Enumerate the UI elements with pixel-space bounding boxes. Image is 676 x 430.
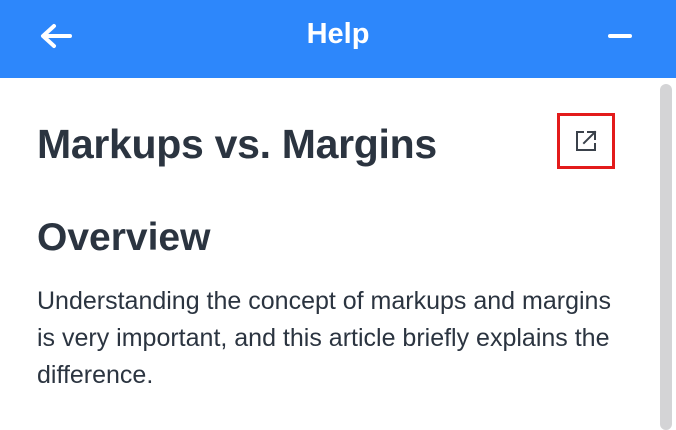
article-title: Markups vs. Margins [37,121,437,167]
section-heading: Overview [37,216,211,259]
open-external-button[interactable] [557,113,615,169]
scrollbar-thumb[interactable] [660,84,672,430]
help-header: Help [0,0,676,78]
scrollbar[interactable] [656,78,676,430]
help-content: Markups vs. Margins Overview Understandi… [0,78,656,430]
header-title: Help [306,18,370,50]
section-body: Understanding the concept of markups and… [37,287,611,389]
external-link-icon [576,130,597,151]
minus-icon [608,34,632,38]
minimize-button[interactable] [594,14,646,58]
